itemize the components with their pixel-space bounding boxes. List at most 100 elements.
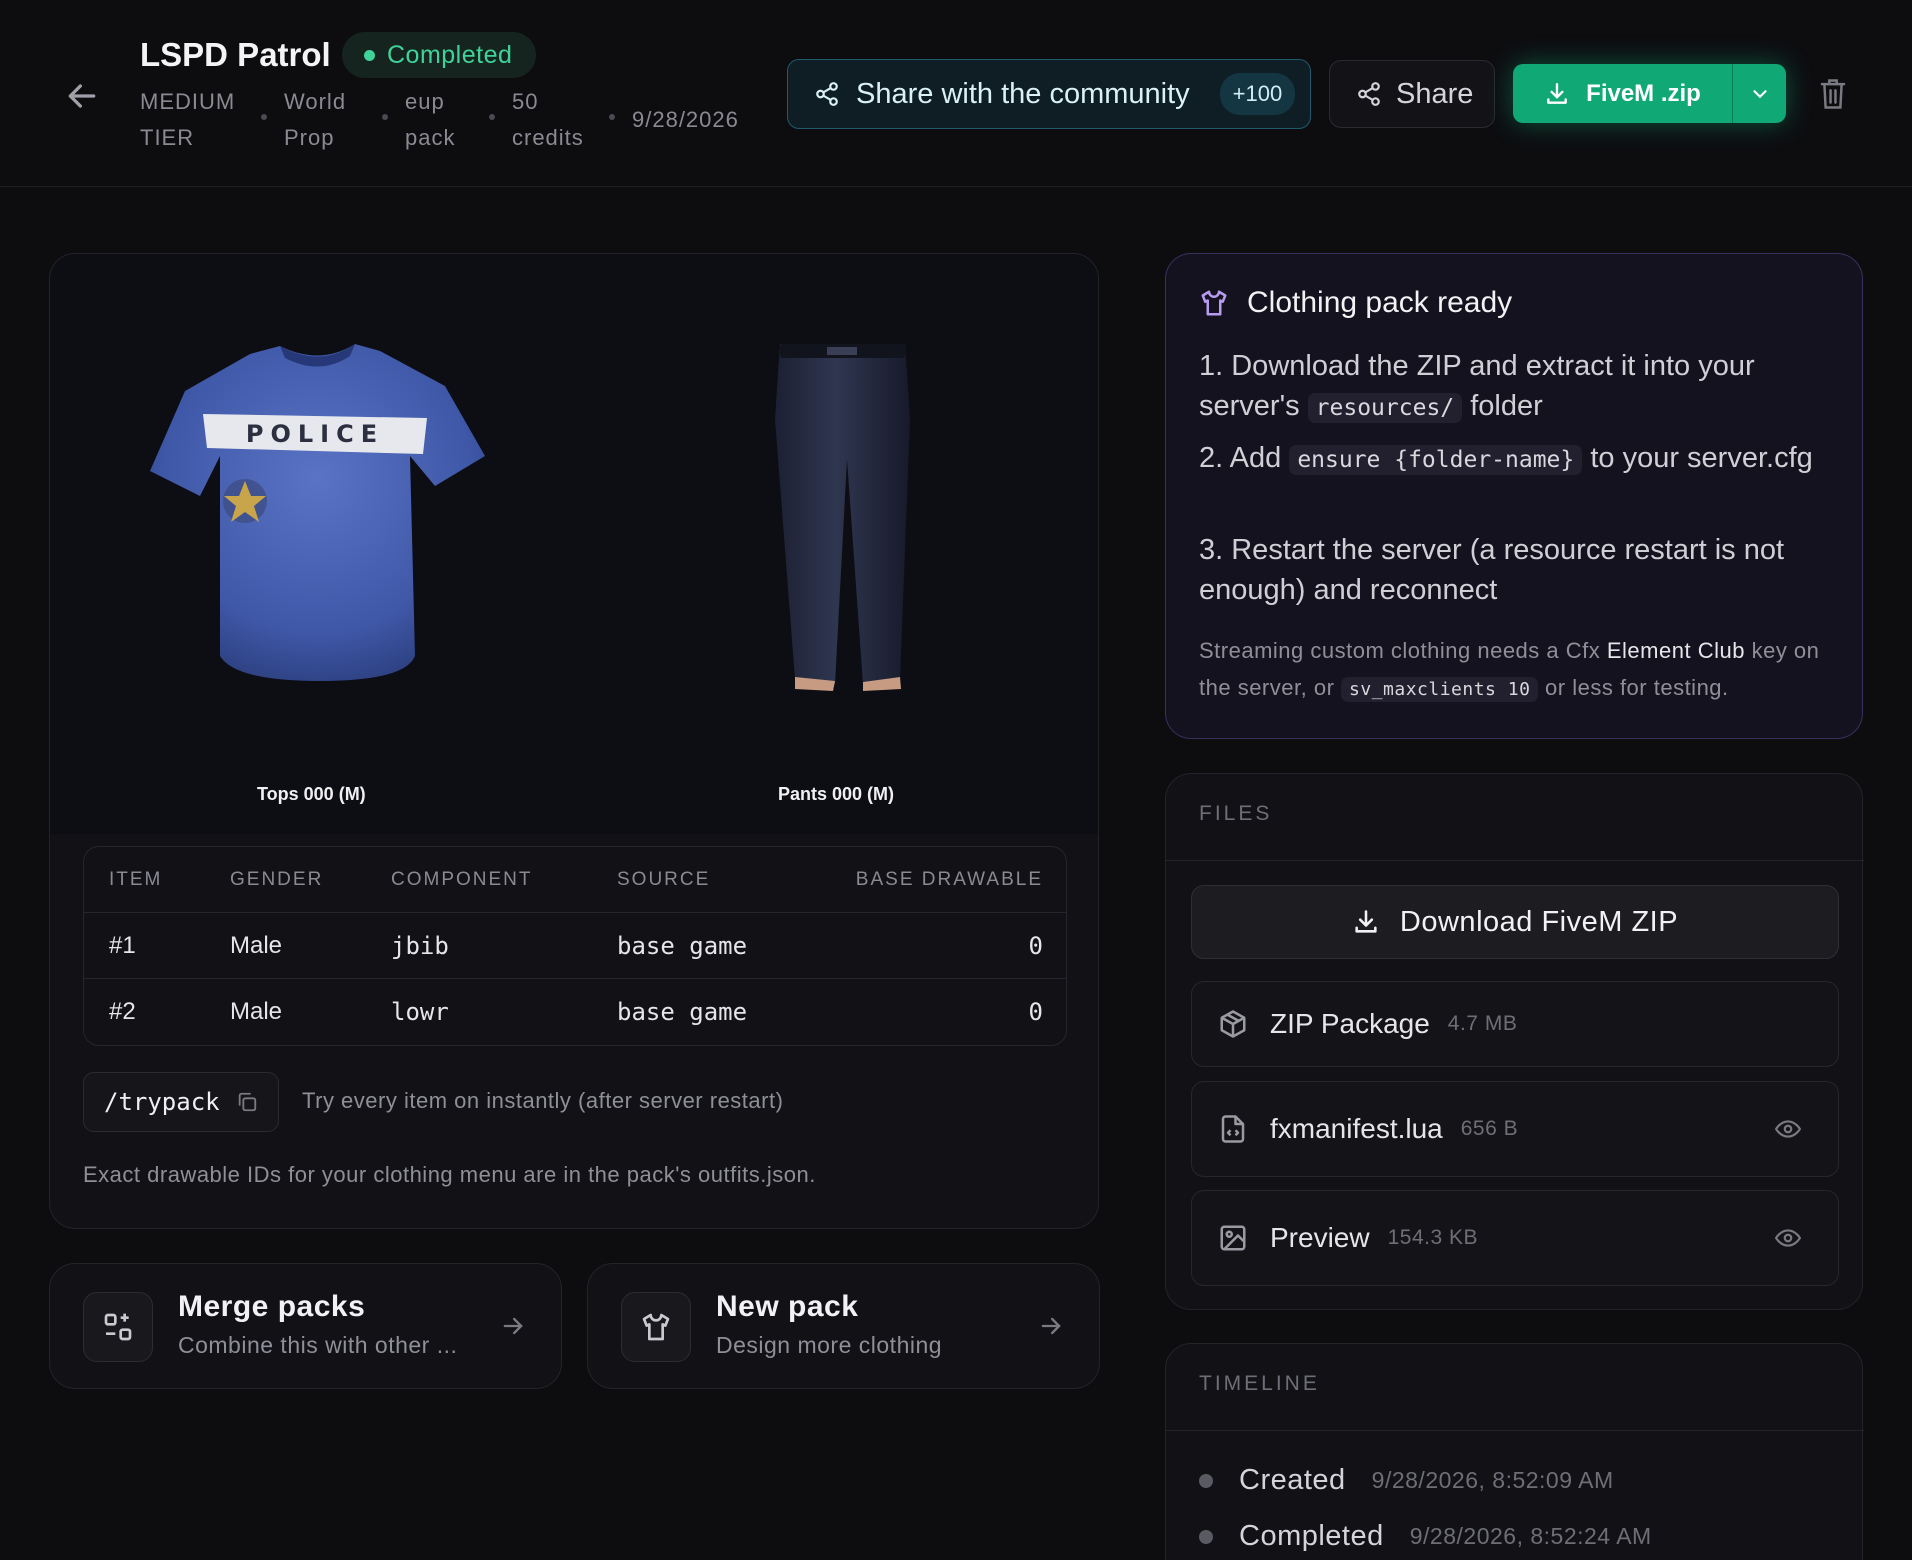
file-item-zip[interactable]: ZIP Package 4.7 MB <box>1191 981 1839 1067</box>
item-cell: #2 <box>109 998 136 1025</box>
step-2-text: 2. Add <box>1199 442 1282 474</box>
download-fivem-zip-label: Download FiveM ZIP <box>1399 905 1679 938</box>
gender-cell: Male <box>230 998 283 1025</box>
streaming-note: Streaming custom clothing needs a Cfx El… <box>1199 632 1839 708</box>
timeline-panel: TIMELINE Created 9/28/2026, 8:52:09 AM C… <box>1165 1343 1864 1560</box>
preview-area: POLICE Tops 000 (M) Pants 000 (M) <box>50 254 1098 834</box>
meta-tier-label: TIER <box>140 125 195 150</box>
pack-overview-card: POLICE Tops 000 (M) Pants 000 (M) ITEM G… <box>49 253 1099 1229</box>
meta-type-line1: eup <box>405 89 445 114</box>
shirt-print-text: POLICE <box>246 420 384 448</box>
timeline-label: Created <box>1239 1464 1346 1496</box>
pack-ready-card: Clothing pack ready 1. Download the ZIP … <box>1165 253 1863 739</box>
file-size: 154.3 KB <box>1387 1226 1478 1249</box>
file-size: 656 B <box>1460 1117 1519 1140</box>
share-nodes-icon <box>1358 82 1380 106</box>
table-header: ITEM <box>109 869 163 890</box>
meta-separator <box>382 114 388 120</box>
merge-icon-box <box>83 1292 153 1362</box>
table-header: COMPONENT <box>391 869 533 890</box>
timeline-label: Completed <box>1239 1520 1384 1552</box>
gender-cell: Male <box>230 932 283 959</box>
table-header: BASE DRAWABLE <box>855 869 1043 890</box>
meta-credits-value: 50 <box>512 89 539 114</box>
file-name: fxmanifest.lua <box>1270 1113 1443 1144</box>
divider <box>1166 860 1864 861</box>
back-arrow-icon[interactable] <box>62 76 102 116</box>
items-table: ITEM GENDER COMPONENT SOURCE BASE DRAWAB… <box>83 846 1067 1046</box>
eye-icon[interactable] <box>1774 1225 1802 1251</box>
meta-credits: 50 credits <box>512 84 584 156</box>
preview-caption-pants: Pants 000 (M) <box>778 784 895 804</box>
meta-category: World Prop <box>284 84 346 156</box>
drawable-cell: 0 <box>1028 932 1043 960</box>
new-pack-subtitle: Design more clothing <box>716 1332 943 1358</box>
tshirt-icon <box>1201 290 1227 316</box>
status-label: Completed <box>387 40 513 69</box>
share-community-label: Share with the community <box>856 77 1190 110</box>
top-bar: LSPD Patrol Completed MEDIUM TIER World … <box>0 0 1912 187</box>
share-points-badge: +100 <box>1219 73 1296 115</box>
download-options-dropdown[interactable] <box>1733 64 1786 123</box>
tshirt-icon <box>642 1313 670 1341</box>
table-header-row: ITEM GENDER COMPONENT SOURCE BASE DRAWAB… <box>84 847 1066 913</box>
meta-separator <box>261 114 267 120</box>
new-pack-icon-box <box>621 1292 691 1362</box>
share-button[interactable]: Share <box>1329 60 1495 128</box>
timeline-dot-icon <box>1199 1529 1213 1544</box>
drawable-ids-note: Exact drawable IDs for your clothing men… <box>83 1162 816 1187</box>
merge-packs-title: Merge packs <box>178 1290 366 1323</box>
files-panel: FILES Download FiveM ZIP ZIP Package 4.7… <box>1165 773 1864 1310</box>
download-icon <box>1547 82 1568 104</box>
merge-packs-card[interactable]: Merge packs Combine this with other ... <box>49 1263 562 1389</box>
note-text-end: or less for testing. <box>1545 675 1729 700</box>
file-size: 4.7 MB <box>1447 1012 1518 1035</box>
instruction-step-2: 2. Add ensure {folder-name} to your serv… <box>1199 438 1839 480</box>
share-nodes-icon <box>816 82 838 106</box>
meta-type: eup pack <box>405 84 455 156</box>
meta-category-line1: World <box>284 89 347 114</box>
copy-icon[interactable] <box>236 1091 258 1113</box>
component-cell: jbib <box>391 932 449 960</box>
note-code: sv_maxclients 10 <box>1341 677 1539 702</box>
note-text: Streaming custom clothing needs a Cfx <box>1199 638 1601 663</box>
timeline-time: 9/28/2026, 8:52:09 AM <box>1371 1467 1614 1493</box>
table-header: SOURCE <box>617 869 711 890</box>
file-item-fxmanifest[interactable]: fxmanifest.lua 656 B <box>1191 1081 1839 1177</box>
file-name: Preview <box>1270 1222 1370 1253</box>
file-item-preview[interactable]: Preview 154.3 KB <box>1191 1190 1839 1286</box>
trypack-command-copy[interactable]: /trypack <box>83 1072 279 1132</box>
tshirt-preview-image: POLICE <box>150 344 485 681</box>
meta-category-line2: Prop <box>284 125 335 150</box>
page-title: LSPD Patrol <box>140 36 331 73</box>
file-name: ZIP Package <box>1270 1008 1430 1039</box>
new-pack-title: New pack <box>716 1290 859 1323</box>
preview-caption-tops: Tops 000 (M) <box>257 784 366 804</box>
new-pack-card[interactable]: New pack Design more clothing <box>587 1263 1100 1389</box>
step-1-text-end: folder <box>1470 390 1543 422</box>
timeline-item-completed: Completed 9/28/2026, 8:52:24 AM <box>1199 1520 1652 1553</box>
arrow-right-icon <box>503 1317 523 1335</box>
files-section-title: FILES <box>1199 802 1273 825</box>
delete-trash-icon[interactable] <box>1818 78 1848 110</box>
image-icon <box>1220 1225 1246 1251</box>
meta-tier: MEDIUM TIER <box>140 84 235 156</box>
step-2-code: ensure {folder-name} <box>1289 445 1583 475</box>
trypack-hint: Try every item on instantly (after serve… <box>302 1088 784 1113</box>
download-zip-button[interactable]: FiveM .zip <box>1513 64 1733 123</box>
share-community-button[interactable]: Share with the community +100 <box>787 59 1311 129</box>
download-fivem-zip-button[interactable]: Download FiveM ZIP <box>1191 885 1839 959</box>
status-badge: Completed <box>342 32 537 78</box>
meta-separator <box>609 114 615 120</box>
timeline-item-created: Created 9/28/2026, 8:52:09 AM <box>1199 1464 1614 1497</box>
table-header: GENDER <box>230 869 324 890</box>
source-cell: base game <box>617 998 748 1026</box>
merge-grid-icon <box>104 1313 132 1341</box>
meta-separator <box>489 114 495 120</box>
component-cell: lowr <box>391 998 449 1026</box>
eye-icon[interactable] <box>1774 1116 1802 1142</box>
table-row: #1 Male jbib base game 0 <box>84 913 1066 979</box>
item-cell: #1 <box>109 932 136 959</box>
code-file-icon <box>1221 1115 1245 1143</box>
timeline-dot-icon <box>1199 1473 1213 1488</box>
